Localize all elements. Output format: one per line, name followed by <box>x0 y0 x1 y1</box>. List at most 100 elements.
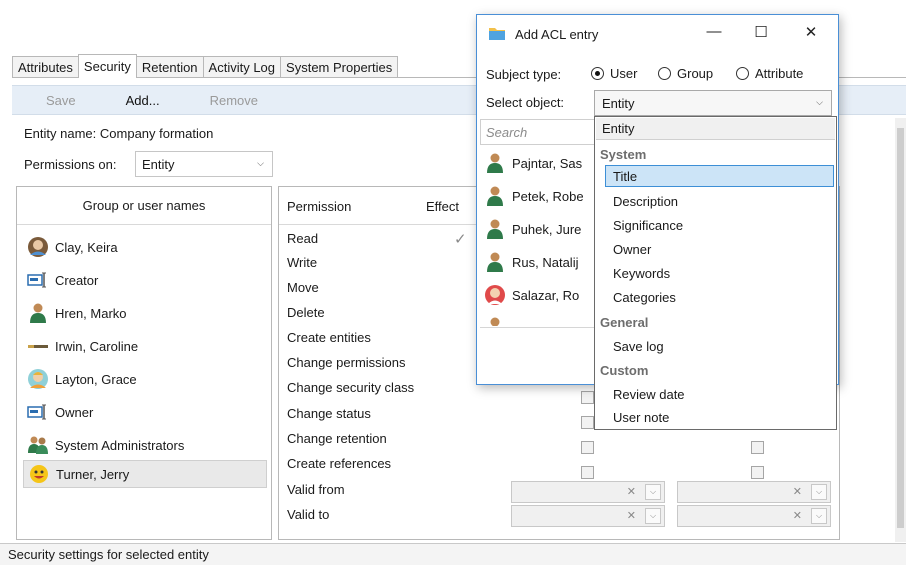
valid-from-date-allow[interactable]: ✕ ⌵ <box>511 481 665 503</box>
clear-icon[interactable]: ✕ <box>627 509 636 522</box>
tab-attributes[interactable]: Attributes <box>12 56 79 78</box>
select-object-dropdown[interactable]: Entity ⌵ <box>594 90 832 116</box>
user-item-owner[interactable]: Owner <box>23 398 267 426</box>
user-item-hren-marko[interactable]: Hren, Marko <box>23 299 267 327</box>
allow-checkbox-change-status[interactable] <box>581 416 594 429</box>
permission-change-retention: Change retention <box>287 431 387 446</box>
remove-button[interactable]: Remove <box>210 93 258 108</box>
radio-icon <box>658 67 671 80</box>
chevron-down-icon[interactable]: ⌵ <box>645 484 661 500</box>
dropdown-option-keywords[interactable]: Keywords <box>599 262 832 284</box>
chevron-down-icon[interactable]: ⌵ <box>645 508 661 524</box>
valid-to-date-deny[interactable]: ✕ ⌵ <box>677 505 831 527</box>
user-item-irwin-caroline[interactable]: Irwin, Caroline <box>23 332 267 360</box>
group-user-panel: Group or user names Clay, Keira Creator … <box>16 186 272 540</box>
subject-type-group-radio[interactable]: Group <box>658 66 713 81</box>
chevron-down-icon[interactable]: ⌵ <box>811 508 827 524</box>
allow-checkbox-create-references[interactable] <box>581 466 594 479</box>
entity-name-label: Entity name: <box>24 126 97 141</box>
tab-activity-log[interactable]: Activity Log <box>202 56 282 78</box>
chevron-down-icon[interactable]: ⌵ <box>811 484 827 500</box>
select-object-label: Select object: <box>486 95 565 110</box>
permission-change-status: Change status <box>287 406 371 421</box>
female-avatar-icon <box>28 237 48 257</box>
dropdown-option-owner[interactable]: Owner <box>599 238 832 260</box>
dropdown-option-save-log[interactable]: Save log <box>599 335 832 357</box>
add-button[interactable]: Add... <box>126 93 160 108</box>
select-object-dropdown-list: Entity System Title Description Signific… <box>594 116 837 430</box>
subject-type-attribute-radio[interactable]: Attribute <box>736 66 803 81</box>
list-item[interactable]: Salazar, Ro <box>484 282 579 308</box>
list-item[interactable]: Puhek, Jure <box>484 216 581 242</box>
dropdown-option-title[interactable]: Title <box>605 165 834 187</box>
radio-label: Group <box>677 66 714 81</box>
close-icon[interactable]: ✕ <box>799 23 823 43</box>
list-item[interactable]: Rus, Natalij <box>484 249 578 275</box>
user-icon <box>490 317 500 326</box>
entity-name-value: Company formation <box>99 126 214 141</box>
minimize-icon[interactable]: — <box>702 23 726 43</box>
tab-retention[interactable]: Retention <box>135 56 204 78</box>
user-item-turner-jerry[interactable]: Turner, Jerry <box>23 460 267 488</box>
clear-icon[interactable]: ✕ <box>627 485 636 498</box>
dropdown-option-review-date[interactable]: Review date <box>599 383 832 405</box>
deny-checkbox-create-references[interactable] <box>751 466 764 479</box>
main-scrollbar[interactable] <box>895 118 906 542</box>
tab-security[interactable]: Security <box>77 54 137 78</box>
permission-delete: Delete <box>287 305 325 320</box>
clear-icon[interactable]: ✕ <box>793 485 802 498</box>
permission-write: Write <box>287 255 318 270</box>
user-name: Owner <box>55 404 94 420</box>
select-object-value: Entity <box>602 95 635 111</box>
list-item-name: Petek, Robe <box>512 188 584 204</box>
user-icon <box>487 153 503 173</box>
deny-checkbox-change-retention[interactable] <box>751 441 764 454</box>
tab-strip: Attributes Security Retention Activity L… <box>12 54 399 78</box>
owner-icon <box>27 404 46 420</box>
user-item-system-administrators[interactable]: System Administrators <box>23 431 267 459</box>
tab-system-properties[interactable]: System Properties <box>280 56 399 78</box>
maximize-icon[interactable]: ☐ <box>749 23 773 43</box>
allow-checkbox-change-security-class[interactable] <box>581 391 594 404</box>
clear-icon[interactable]: ✕ <box>793 509 802 522</box>
user-icon <box>487 252 503 272</box>
permission-read: Read <box>287 231 319 246</box>
dropdown-option-user-note[interactable]: User note <box>599 406 832 428</box>
creator-icon <box>27 272 46 288</box>
subject-list: Pajntar, Sas Petek, Robe Puhek, Jure Rus… <box>480 146 600 326</box>
dropdown-option-entity[interactable]: Entity <box>596 118 835 140</box>
effective-column-header: Effect <box>426 199 460 214</box>
save-button[interactable]: Save <box>46 93 76 108</box>
radio-label: Attribute <box>755 66 804 81</box>
status-bar: Security settings for selected entity <box>0 543 906 565</box>
dialog-title: Add ACL entry <box>515 27 599 42</box>
list-item-partial[interactable] <box>484 314 512 326</box>
search-input[interactable]: Search <box>480 119 600 145</box>
chevron-down-icon: ⌵ <box>257 158 264 168</box>
user-name: Layton, Grace <box>55 371 137 387</box>
user-item-layton-grace[interactable]: Layton, Grace <box>23 365 267 393</box>
dropdown-option-significance[interactable]: Significance <box>599 214 832 236</box>
list-item[interactable]: Petek, Robe <box>484 183 584 209</box>
permissions-on-select[interactable]: Entity ⌵ <box>135 151 273 177</box>
allow-checkbox-change-retention[interactable] <box>581 441 594 454</box>
user-item-clay-keira[interactable]: Clay, Keira <box>23 233 267 261</box>
permission-create-references: Create references <box>287 456 392 471</box>
user-item-creator[interactable]: Creator <box>23 266 267 294</box>
list-item-name: Salazar, Ro <box>512 287 580 303</box>
search-placeholder: Search <box>486 124 528 140</box>
female-avatar-icon <box>28 369 48 389</box>
radio-icon <box>736 67 749 80</box>
valid-to-date-allow[interactable]: ✕ ⌵ <box>511 505 665 527</box>
list-item[interactable]: Pajntar, Sas <box>484 150 582 176</box>
folder-icon <box>489 28 505 40</box>
scrollbar-thumb[interactable] <box>897 128 904 528</box>
status-text: Security settings for selected entity <box>8 547 209 562</box>
subject-type-user-radio[interactable]: User <box>591 66 637 81</box>
valid-from-date-deny[interactable]: ✕ ⌵ <box>677 481 831 503</box>
user-icon <box>487 186 503 206</box>
dropdown-option-categories[interactable]: Categories <box>599 286 832 308</box>
list-item-name: Pajntar, Sas <box>512 155 583 171</box>
permission-create-entities: Create entities <box>287 330 371 345</box>
dropdown-option-description[interactable]: Description <box>599 190 832 212</box>
